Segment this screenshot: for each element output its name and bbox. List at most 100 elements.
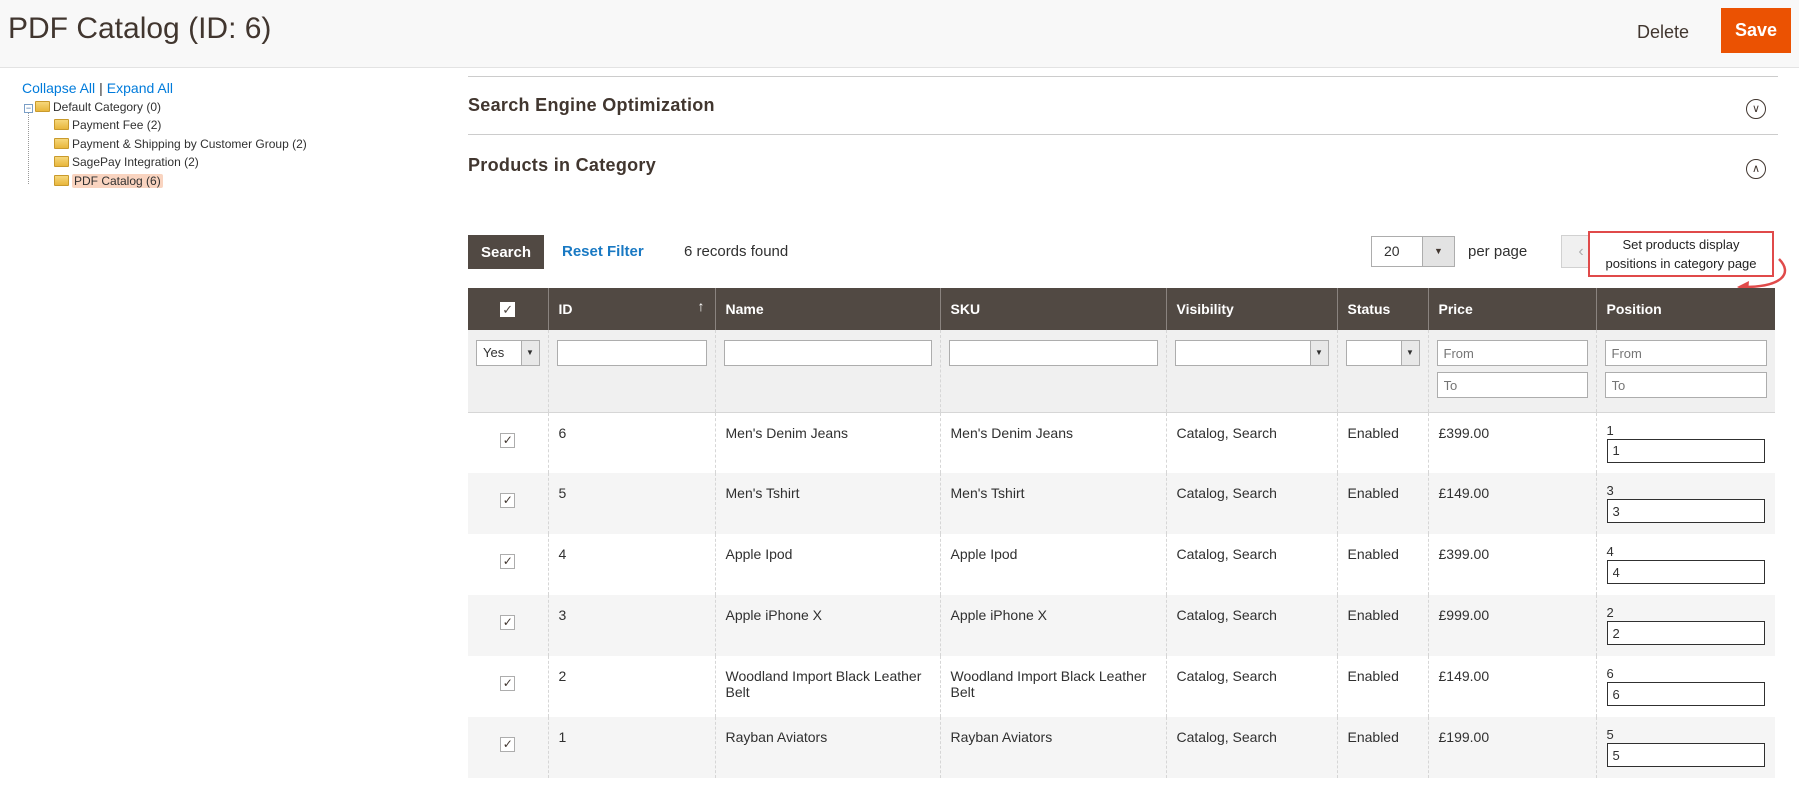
chevron-down-icon[interactable]: ▼	[1309, 341, 1328, 365]
column-header-visibility[interactable]: Visibility	[1165, 288, 1337, 330]
position-input[interactable]	[1606, 499, 1765, 523]
cell-price: £399.00	[1427, 412, 1596, 473]
filter-status-select[interactable]: ▼	[1345, 340, 1420, 366]
save-button[interactable]: Save	[1721, 8, 1791, 53]
cell-status: Enabled	[1336, 534, 1428, 595]
checkbox-checked-icon[interactable]: ✓	[500, 302, 516, 317]
checkbox-checked-icon[interactable]: ✓	[500, 432, 516, 448]
callout-line-2: positions in category page	[1605, 256, 1757, 271]
cell-sku: Men's Denim Jeans	[939, 412, 1166, 473]
column-header-position[interactable]: Position	[1595, 288, 1775, 330]
filter-id-input[interactable]	[556, 340, 707, 366]
section-seo-title[interactable]: Search Engine Optimization	[468, 95, 715, 116]
tree-node-default-category[interactable]: − Default Category (0)	[24, 99, 161, 115]
cell-sku: Apple Ipod	[939, 534, 1166, 595]
checkbox-checked-icon[interactable]: ✓	[500, 493, 516, 508]
collapse-all-link[interactable]: Collapse All	[22, 80, 95, 96]
cell-sku: Woodland Import Black Leather Belt	[939, 656, 1166, 717]
tree-node-payment-shipping[interactable]: Payment & Shipping by Customer Group (2)	[54, 136, 307, 152]
column-header-name[interactable]: Name	[714, 288, 940, 330]
checkbox-checked-icon[interactable]: ✓	[500, 615, 516, 630]
checkbox-checked-icon[interactable]: ✓	[500, 676, 516, 691]
tree-node-payment-fee[interactable]: Payment Fee (2)	[54, 117, 161, 133]
filter-visibility-cell: ▼	[1165, 330, 1337, 413]
cell-visibility: Catalog, Search	[1165, 412, 1337, 473]
cell-status: Enabled	[1336, 656, 1428, 717]
sort-ascending-icon[interactable]: ↑	[698, 298, 705, 314]
cell-price: £199.00	[1427, 717, 1596, 778]
tree-node-label: Payment & Shipping by Customer Group (2)	[72, 137, 307, 151]
section-seo[interactable]: Search Engine Optimization ∨	[468, 76, 1778, 134]
section-products[interactable]: Products in Category ∧	[468, 134, 1778, 194]
filter-sku-cell	[939, 330, 1166, 413]
table-row[interactable]: ✓ 1 Rayban Aviators Rayban Aviators Cata…	[468, 717, 1775, 778]
table-row[interactable]: ✓ 5 Men's Tshirt Men's Tshirt Catalog, S…	[468, 473, 1775, 534]
expand-all-link[interactable]: Expand All	[107, 80, 173, 96]
cell-price: £999.00	[1427, 595, 1596, 656]
checkbox-checked-icon[interactable]: ✓	[500, 737, 516, 752]
delete-button[interactable]: Delete	[1622, 14, 1704, 50]
table-row[interactable]: ✓ 4 Apple Ipod Apple Ipod Catalog, Searc…	[468, 534, 1775, 595]
grid-filter-row: Yes ▼ ▼ ▼	[468, 330, 1775, 413]
chevron-down-icon[interactable]: ▼	[520, 341, 539, 365]
cell-name: Woodland Import Black Leather Belt	[714, 656, 940, 717]
column-header-id[interactable]: ID ↑	[547, 288, 715, 330]
tree-node-label: SagePay Integration (2)	[72, 155, 199, 169]
filter-price-from-input[interactable]	[1436, 340, 1588, 366]
checkbox-checked-icon[interactable]: ✓	[500, 554, 516, 569]
chevron-up-icon[interactable]: ∧	[1746, 159, 1766, 179]
grid-header-row: ✓ ID ↑ Name SKU Visibility Status Price P…	[468, 288, 1775, 330]
tree-node-pdf-catalog[interactable]: PDF Catalog (6)	[54, 173, 163, 189]
position-input[interactable]	[1606, 682, 1765, 706]
collapse-toggle-icon[interactable]: −	[24, 104, 33, 113]
per-page-select[interactable]: 20 ▼	[1371, 236, 1455, 267]
cell-sku: Apple iPhone X	[939, 595, 1166, 656]
filter-position-to-input[interactable]	[1604, 372, 1767, 398]
cell-id: 3	[547, 595, 715, 656]
cell-status: Enabled	[1336, 717, 1428, 778]
chevron-down-icon[interactable]: ▼	[1422, 237, 1454, 266]
table-row[interactable]: ✓ 6 Men's Denim Jeans Men's Denim Jeans …	[468, 412, 1775, 473]
filter-position-from-input[interactable]	[1604, 340, 1767, 366]
position-value: 3	[1606, 483, 1614, 498]
reset-filter-link[interactable]: Reset Filter	[562, 243, 644, 260]
filter-visibility-select[interactable]: ▼	[1174, 340, 1329, 366]
tree-node-sagepay[interactable]: SagePay Integration (2)	[54, 154, 199, 170]
folder-icon	[54, 156, 69, 167]
filter-sku-input[interactable]	[948, 340, 1158, 366]
cell-visibility: Catalog, Search	[1165, 473, 1337, 534]
folder-icon	[54, 138, 69, 149]
position-input[interactable]	[1606, 621, 1765, 645]
cell-price: £399.00	[1427, 534, 1596, 595]
chevron-down-icon[interactable]: ∨	[1746, 99, 1766, 119]
column-header-status[interactable]: Status	[1336, 288, 1428, 330]
chevron-down-icon[interactable]: ▼	[1400, 341, 1419, 365]
table-row[interactable]: ✓ 3 Apple iPhone X Apple iPhone X Catalo…	[468, 595, 1775, 656]
position-value: 5	[1606, 727, 1614, 742]
filter-name-input[interactable]	[723, 340, 932, 366]
filter-price-to-input[interactable]	[1436, 372, 1588, 398]
folder-icon	[54, 175, 69, 186]
column-header-sku[interactable]: SKU	[939, 288, 1166, 330]
select-all-header[interactable]: ✓	[468, 288, 548, 330]
cell-status: Enabled	[1336, 412, 1428, 473]
tree-node-label: PDF Catalog (6)	[72, 174, 163, 188]
cell-price: £149.00	[1427, 473, 1596, 534]
position-input[interactable]	[1606, 743, 1765, 767]
section-products-title[interactable]: Products in Category	[468, 155, 656, 176]
position-input[interactable]	[1606, 438, 1765, 463]
row-select-cell: ✓	[468, 473, 548, 534]
row-select-cell: ✓	[468, 656, 548, 717]
cell-id: 1	[547, 717, 715, 778]
column-header-price[interactable]: Price	[1427, 288, 1596, 330]
table-row[interactable]: ✓ 2 Woodland Import Black Leather Belt W…	[468, 656, 1775, 717]
filter-in-category-value: Yes	[483, 345, 505, 360]
cell-name: Apple iPhone X	[714, 595, 940, 656]
filter-in-category-select[interactable]: Yes ▼	[476, 340, 540, 366]
position-input[interactable]	[1606, 560, 1765, 584]
search-button[interactable]: Search	[468, 235, 544, 269]
row-select-cell: ✓	[468, 595, 548, 656]
cell-position: 4	[1595, 534, 1775, 595]
column-label: ID	[558, 301, 573, 317]
folder-icon	[35, 101, 50, 112]
